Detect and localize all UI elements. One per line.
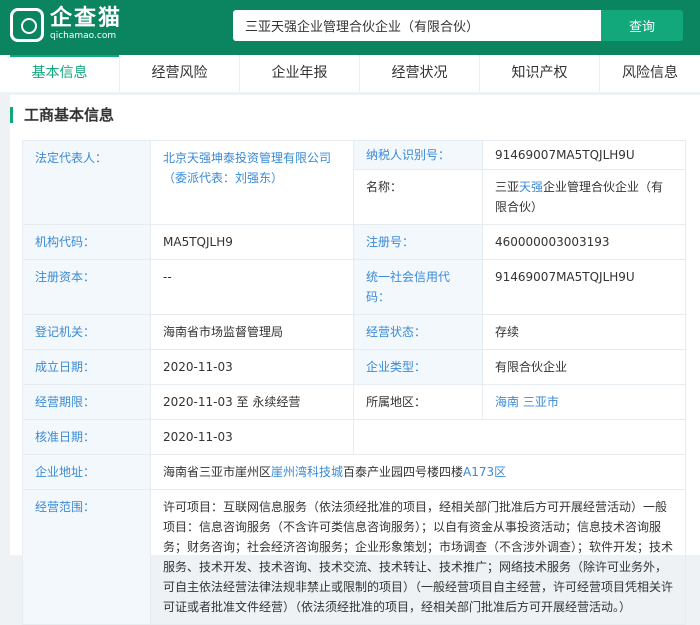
name-value: 三亚天强企业管理合伙企业（有限合伙） [482, 169, 686, 225]
tab-annual-report[interactable]: 企业年报 [240, 55, 360, 92]
section-title: 工商基本信息 [10, 105, 114, 125]
region-value: 海南 三亚市 [482, 384, 686, 420]
legal-rep-link[interactable]: 北京天强坤泰投资管理有限公司（委派代表：刘强东） [163, 151, 331, 185]
empty-cell [353, 419, 686, 455]
status-value: 存续 [482, 314, 686, 350]
region-city-link[interactable]: 三亚市 [523, 395, 559, 409]
authority-label: 登记机关： [22, 314, 151, 350]
tab-bar: 基本信息 经营风险 企业年报 经营状况 知识产权 风险信息 [0, 55, 700, 92]
approved-value: 2020-11-03 [150, 419, 354, 455]
logo-url: qichamao.com [50, 31, 117, 41]
legal-rep-cell: 北京天强坤泰投资管理有限公司（委派代表：刘强东） [150, 140, 354, 225]
reg-no-label: 注册号： [353, 224, 483, 260]
logo-name: 企查猫 [50, 6, 123, 31]
address-link[interactable]: 崖州湾科技城 [271, 465, 343, 479]
status-label: 经营状态： [353, 314, 483, 350]
main-content: 工商基本信息 法定代表人： 北京天强坤泰投资管理有限公司（委派代表：刘强东） 纳… [10, 95, 700, 625]
tax-id-value: 91469007MA5TQJLH9U [482, 140, 686, 170]
tab-basic-info[interactable]: 基本信息 [0, 55, 120, 92]
business-info-table: 法定代表人： 北京天强坤泰投资管理有限公司（委派代表：刘强东） 纳税人识别号： … [22, 140, 686, 625]
tab-business-risk[interactable]: 经营风险 [120, 55, 240, 92]
address-pre: 海南省三亚市崖州区 [163, 465, 272, 479]
approved-label: 核准日期： [22, 419, 151, 455]
name-pre: 三亚 [495, 180, 520, 194]
founded-label: 成立日期： [22, 349, 151, 385]
logo[interactable]: 企查猫 qichamao.com [10, 7, 122, 42]
capital-label: 注册资本： [22, 259, 151, 315]
reg-no-value: 460000003003193 [482, 224, 686, 260]
scope-value: 许可项目：互联网信息服务（依法须经批准的项目，经相关部门批准后方可开展经营活动）… [150, 489, 686, 625]
term-label: 经营期限： [22, 384, 151, 420]
address-mid: 百泰产业园四号楼四楼 [343, 465, 464, 479]
type-label: 企业类型： [353, 349, 483, 385]
tax-id-label: 纳税人识别号： [353, 140, 483, 170]
credit-code-label: 统一社会信用代码： [353, 259, 483, 315]
type-value: 有限合伙企业 [482, 349, 686, 385]
authority-value: 海南省市场监督管理局 [150, 314, 354, 350]
scope-label: 经营范围： [22, 489, 151, 625]
tab-risk-info[interactable]: 风险信息 [600, 55, 700, 92]
address-link-2[interactable]: A173区 [463, 465, 506, 479]
legal-rep-label: 法定代表人： [22, 140, 151, 225]
term-value: 2020-11-03 至 永续经营 [150, 384, 354, 420]
capital-value: -- [150, 259, 354, 315]
cat-logo-icon [10, 7, 44, 42]
region-province-link[interactable]: 海南 [495, 395, 519, 409]
name-label: 名称： [353, 169, 483, 225]
founded-value: 2020-11-03 [150, 349, 354, 385]
address-label: 企业地址： [22, 454, 151, 490]
org-code-value: MA5TQJLH9 [150, 224, 354, 260]
name-link[interactable]: 天强 [519, 180, 543, 194]
header: 企查猫 qichamao.com 查询 [0, 0, 700, 55]
search-button[interactable]: 查询 [601, 10, 683, 41]
org-code-label: 机构代码： [22, 224, 151, 260]
tab-business-status[interactable]: 经营状况 [360, 55, 480, 92]
region-label: 所属地区： [353, 384, 483, 420]
search-bar: 查询 [233, 10, 683, 41]
credit-code-value: 91469007MA5TQJLH9U [482, 259, 686, 315]
tab-ip[interactable]: 知识产权 [480, 55, 600, 92]
address-value: 海南省三亚市崖州区崖州湾科技城百泰产业园四号楼四楼A173区 [150, 454, 686, 490]
search-input[interactable] [233, 10, 601, 41]
